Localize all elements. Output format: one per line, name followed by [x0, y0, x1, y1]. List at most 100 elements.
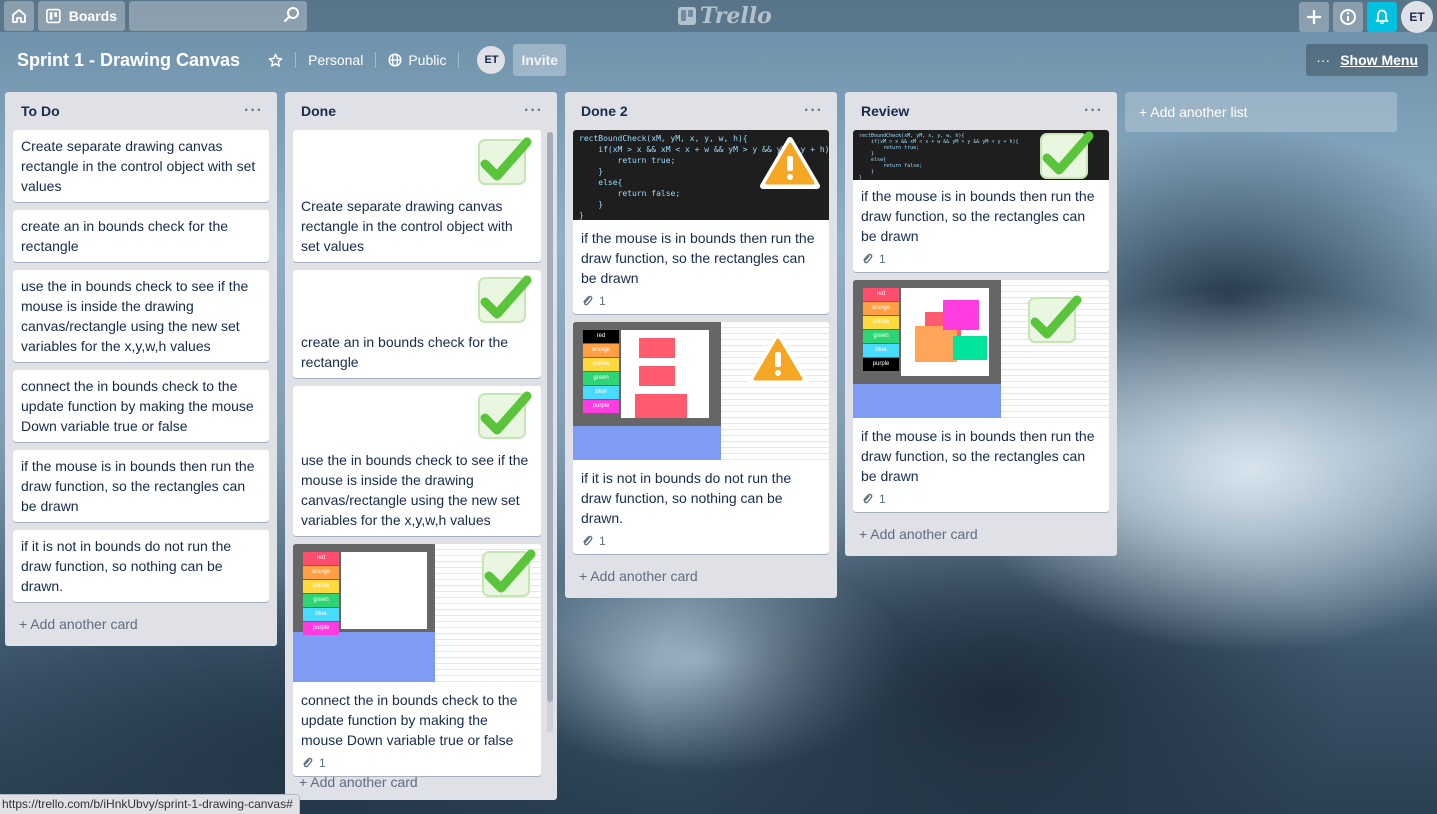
warning-sticker-icon	[748, 333, 808, 385]
color-palette: red orange yellow green blue purple	[863, 288, 899, 372]
add-card-button[interactable]: + Add another card	[573, 562, 829, 590]
palette-swatch: yellow	[583, 358, 619, 371]
palette-swatch: blue	[583, 386, 619, 399]
info-button[interactable]	[1333, 2, 1363, 32]
palette-swatch: orange	[303, 566, 339, 579]
card[interactable]: Create separate drawing canvas rectangle…	[293, 130, 541, 262]
paperclip-icon	[583, 295, 593, 306]
attachment-badge: 1	[573, 534, 829, 554]
card-sticker-area	[293, 130, 541, 190]
drawn-rectangle	[915, 326, 957, 362]
add-card-button[interactable]: + Add another card	[13, 610, 269, 638]
home-button[interactable]	[4, 1, 34, 31]
list-title[interactable]: Done 2	[581, 103, 628, 119]
scrollbar-thumb[interactable]	[547, 132, 553, 702]
card[interactable]: use the in bounds check to see if the mo…	[293, 386, 541, 536]
list-review[interactable]: Review ··· rectBoundCheck(xM, yM, x, y, …	[845, 92, 1117, 556]
card[interactable]: create an in bounds check for the rectan…	[293, 270, 541, 378]
drawn-rectangle	[635, 394, 687, 418]
drawn-rectangle	[953, 336, 987, 360]
drawn-rectangle	[639, 366, 675, 386]
list-header: To Do ···	[13, 92, 269, 130]
attachment-count: 1	[879, 252, 886, 266]
card-title: Create separate drawing canvas rectangle…	[21, 138, 256, 194]
card-title: if it is not in bounds do not run the dr…	[21, 538, 232, 594]
list-to-do[interactable]: To Do ··· Create separate drawing canvas…	[5, 92, 277, 646]
card[interactable]: if it is not in bounds do not run the dr…	[13, 530, 269, 602]
info-icon	[1340, 9, 1356, 25]
member-avatar[interactable]: ET	[477, 46, 506, 74]
palette-swatch: green	[303, 594, 339, 607]
visibility-button[interactable]: Public	[380, 44, 454, 76]
palette-swatch: green	[583, 372, 619, 385]
status-bar-url: https://trello.com/b/iHnkUbvy/sprint-1-d…	[0, 794, 300, 814]
drawing-canvas	[621, 330, 709, 418]
list-header: Done ···	[293, 92, 549, 130]
list-title[interactable]: Done	[301, 103, 336, 119]
show-menu-label: Show Menu	[1340, 52, 1418, 68]
list-title[interactable]: Review	[861, 103, 909, 119]
list-title[interactable]: To Do	[21, 103, 60, 119]
palette-swatch: yellow	[303, 580, 339, 593]
card-title: connect the in bounds check to the updat…	[301, 692, 518, 748]
card[interactable]: rectBoundCheck(xM, yM, x, y, w, h){ if(x…	[853, 130, 1109, 272]
card-cover-image: rectBoundCheck(xM, yM, x, y, w, h){ if(x…	[853, 130, 1109, 180]
drawing-canvas	[901, 288, 989, 376]
list-menu-button[interactable]: ···	[244, 102, 263, 120]
more-icon: ···	[1316, 52, 1331, 68]
checkmark-sticker-icon	[1040, 131, 1094, 179]
list-done-2[interactable]: Done 2 ··· rectBoundCheck(xM, yM, x, y, …	[565, 92, 837, 598]
star-button[interactable]	[260, 44, 291, 76]
card[interactable]: Create separate drawing canvas rectangle…	[13, 130, 269, 202]
card[interactable]: rectBoundCheck(xM, yM, x, y, w, h){ if(x…	[573, 130, 829, 314]
team-button[interactable]: Personal	[300, 44, 371, 76]
card-title: if the mouse is in bounds then run the d…	[581, 230, 815, 286]
card-cover-image: red orange yellow green blue purple	[573, 322, 829, 460]
search-icon[interactable]	[283, 6, 301, 24]
card-title: use the in bounds check to see if the mo…	[21, 278, 249, 354]
card-title: create an in bounds check for the rectan…	[21, 218, 229, 254]
card-cover-image: rectBoundCheck(xM, yM, x, y, w, h){ if(x…	[573, 130, 829, 220]
list-header: Done 2 ···	[573, 92, 829, 130]
boards-button[interactable]: Boards	[38, 1, 125, 31]
checkmark-sticker-icon	[478, 137, 532, 185]
list-menu-button[interactable]: ···	[524, 102, 543, 120]
card[interactable]: red orange yellow green blue purple if i…	[573, 322, 829, 554]
card[interactable]: red orange yellow green blue purple if t…	[853, 280, 1109, 512]
invite-button[interactable]: Invite	[513, 44, 567, 76]
board-title[interactable]: Sprint 1 - Drawing Canvas	[17, 50, 240, 71]
card-title: if it is not in bounds do not run the dr…	[581, 470, 792, 526]
boards-icon	[46, 8, 61, 24]
add-card-button[interactable]: + Add another card	[293, 768, 424, 796]
show-menu-button[interactable]: ··· Show Menu	[1306, 44, 1428, 76]
search-input[interactable]	[129, 1, 307, 31]
list-menu-button[interactable]: ···	[1084, 102, 1103, 120]
add-list-button[interactable]: + Add another list	[1125, 92, 1397, 132]
list-done[interactable]: Done ··· Create separate drawing canvas …	[285, 92, 557, 800]
card[interactable]: connect the in bounds check to the updat…	[13, 370, 269, 442]
card[interactable]: red orange yellow green blue purple conn…	[293, 544, 541, 776]
drawn-rectangle	[639, 338, 675, 358]
attachment-count: 1	[599, 294, 606, 308]
list-scrollbar[interactable]	[547, 132, 553, 732]
card[interactable]: create an in bounds check for the rectan…	[13, 210, 269, 262]
list-header: Review ···	[853, 92, 1109, 130]
card[interactable]: use the in bounds check to see if the mo…	[13, 270, 269, 362]
trello-logo[interactable]: Trello	[678, 3, 772, 29]
create-button[interactable]	[1299, 2, 1329, 32]
list-menu-button[interactable]: ···	[804, 102, 823, 120]
card-title: create an in bounds check for the rectan…	[301, 334, 509, 370]
search-field[interactable]	[129, 1, 307, 31]
notifications-button[interactable]	[1367, 2, 1397, 32]
trello-logo-text: Trello	[700, 3, 772, 29]
color-palette: red orange yellow green blue purple	[583, 330, 619, 414]
star-icon	[268, 53, 283, 67]
card[interactable]: if the mouse is in bounds then run the d…	[13, 450, 269, 522]
visibility-label: Public	[408, 52, 447, 68]
user-avatar[interactable]: ET	[1401, 1, 1433, 33]
palette-swatch: red	[303, 552, 339, 565]
attachment-badge: 1	[853, 252, 1109, 272]
plus-icon	[1307, 10, 1321, 24]
add-card-button[interactable]: + Add another card	[853, 520, 1109, 548]
drawn-rectangle	[943, 300, 979, 330]
